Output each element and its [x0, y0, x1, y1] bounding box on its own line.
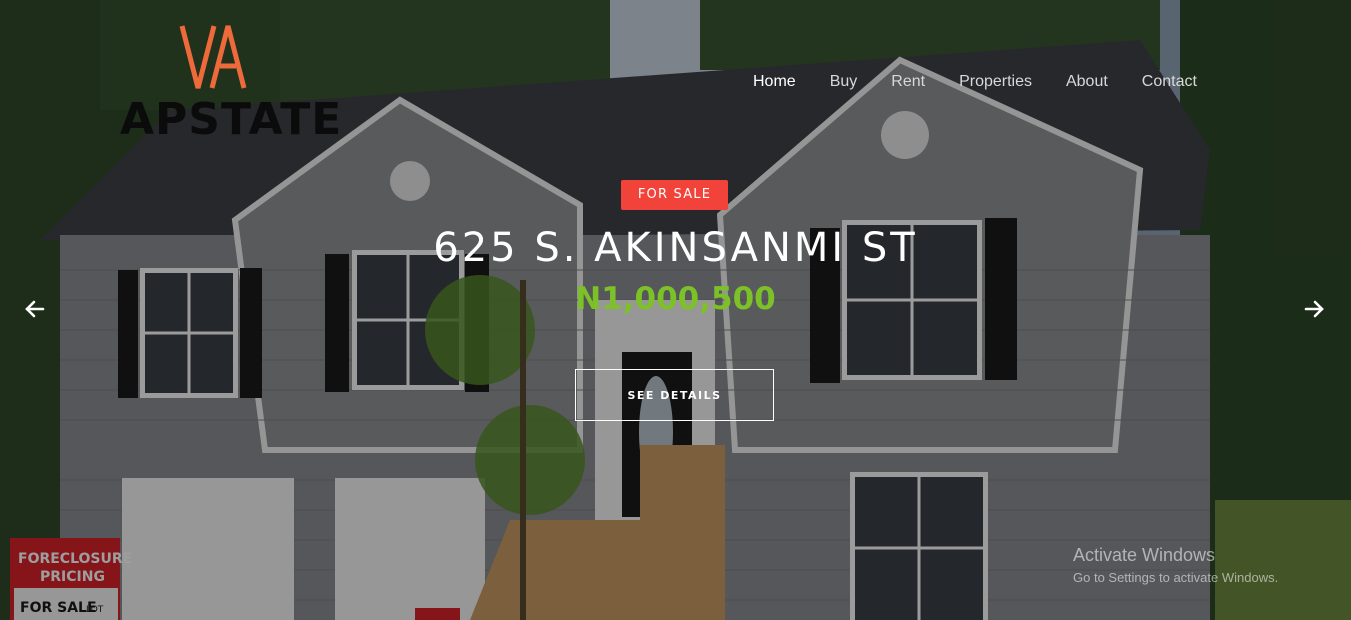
nav-buy[interactable]: Buy	[830, 72, 858, 92]
arrow-left-icon[interactable]	[23, 297, 47, 321]
nav-properties[interactable]: Properties	[959, 72, 1032, 92]
nav-contact[interactable]: Contact	[1142, 72, 1197, 92]
windows-activation-watermark: Activate Windows Go to Settings to activ…	[1073, 545, 1278, 585]
nav-home[interactable]: Home	[753, 72, 796, 92]
watermark-subtitle: Go to Settings to activate Windows.	[1073, 570, 1279, 585]
nav-about[interactable]: About	[1066, 72, 1108, 92]
property-title: 625 S. AKINSANMI ST	[433, 225, 918, 271]
property-price: N1,000,500	[575, 281, 776, 317]
logo-mark-icon	[179, 25, 247, 89]
nav-rent[interactable]: Rent	[891, 72, 925, 92]
for-sale-badge: FOR SALE	[621, 180, 728, 210]
see-details-button[interactable]: SEE DETAILS	[575, 369, 774, 421]
brand-name: APSTATE	[120, 94, 343, 145]
main-nav: Home Buy Rent Properties About Contact	[753, 72, 1231, 92]
brand-logo[interactable]: APSTATE	[120, 22, 341, 147]
watermark-title: Activate Windows	[1073, 545, 1216, 565]
arrow-right-icon[interactable]	[1302, 297, 1326, 321]
